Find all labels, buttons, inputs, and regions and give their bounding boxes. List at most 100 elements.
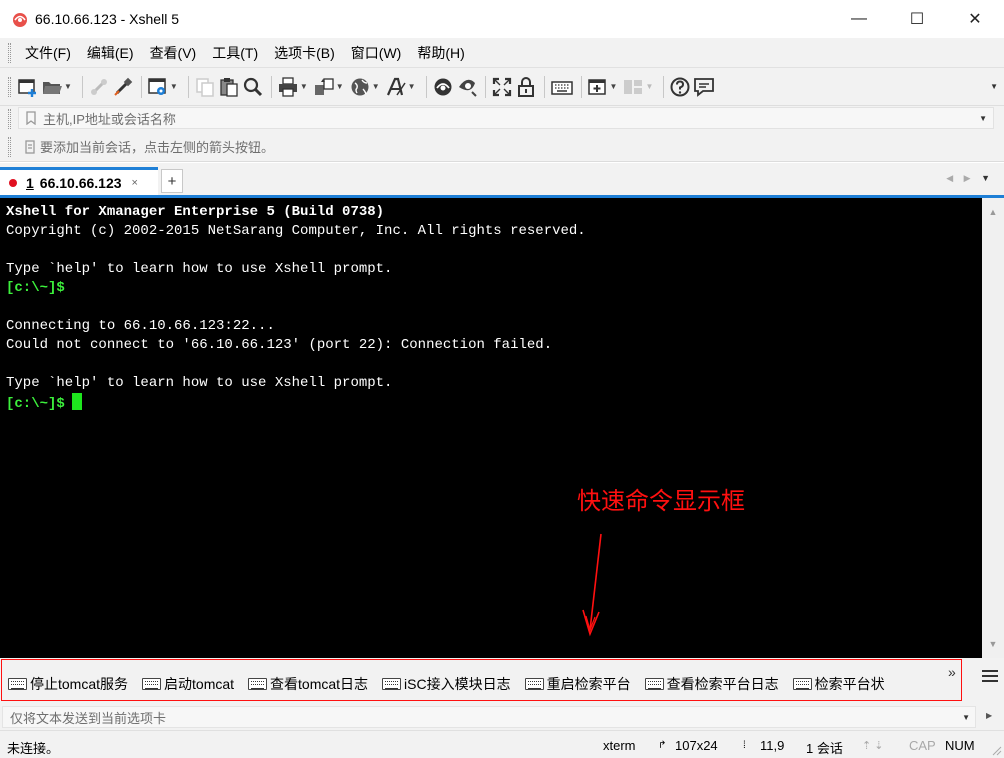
transfer-caret-icon[interactable]: ▼ <box>336 82 344 91</box>
menu-tab[interactable]: 选项卡(B) <box>266 38 343 68</box>
line-text: Type `help' to learn how to use Xshell p… <box>6 375 393 391</box>
resize-grip-icon[interactable] <box>992 746 1002 756</box>
annotation-arrow <box>582 533 602 637</box>
session-nav-arrows-icon[interactable]: ⇡ ⇣ <box>862 739 884 752</box>
toolbar-separator <box>425 75 427 98</box>
keyboard-icon <box>8 678 27 690</box>
open-folder-caret-icon[interactable]: ▼ <box>64 82 72 91</box>
font-caret-icon[interactable]: ▼ <box>408 82 416 91</box>
annotation-label: 快速命令显示框 <box>577 487 745 515</box>
globe-icon[interactable]: ▼ <box>349 73 383 101</box>
terminal-line: Type `help' to learn how to use Xshell p… <box>6 374 392 393</box>
scroll-down-icon[interactable]: ▼ <box>982 634 1004 654</box>
add-tab-button[interactable]: + <box>161 169 183 193</box>
menu-view[interactable]: 查看(V) <box>142 38 205 68</box>
layout-icon[interactable]: ▼ <box>622 73 656 101</box>
globe-caret-icon[interactable]: ▼ <box>372 82 380 91</box>
terminal-prompt-line: [c:\~]$ <box>6 393 82 412</box>
quick-command-bar: 停止tomcat服务 启动tomcat 查看tomcat日志 iSC接入模块日志 重启检… <box>0 658 1004 704</box>
status-bar: 未连接。 xterm ↱ 107x24 ⁞ 11,9 1 会话 ⇡ ⇣ CAP … <box>0 730 1004 758</box>
terminal-scrollbar[interactable]: ▲ ▼ <box>982 198 1004 658</box>
quick-command-button[interactable]: 重启检索平台 <box>524 674 631 694</box>
new-session-icon[interactable] <box>17 73 39 101</box>
toolbar-separator <box>580 75 582 98</box>
xmanager-icon[interactable] <box>456 73 478 101</box>
quick-command-button[interactable]: 查看检索平台日志 <box>644 674 779 694</box>
quick-command-label: 检索平台状 <box>814 676 885 692</box>
maximize-button[interactable]: ☐ <box>888 0 946 38</box>
paste-icon[interactable] <box>218 73 240 101</box>
chat-icon[interactable] <box>693 73 715 101</box>
num-lock-indicator: NUM <box>945 738 975 753</box>
addressbar-grip <box>8 109 11 129</box>
properties-caret-icon[interactable]: ▼ <box>170 82 178 91</box>
menu-window[interactable]: 窗口(W) <box>343 38 410 68</box>
tab-close-icon[interactable]: × <box>132 177 138 189</box>
layout-caret-icon[interactable]: ▼ <box>645 82 653 91</box>
new-tab-icon[interactable]: ▼ <box>587 73 621 101</box>
cursor-pos-icon: ⁞ <box>743 740 746 751</box>
compose-send-input[interactable]: 仅将文本发送到当前选项卡 ▼ <box>2 706 976 728</box>
quick-command-menu-icon[interactable] <box>982 670 998 684</box>
compose-dropdown-icon[interactable]: ▼ <box>962 713 970 722</box>
tab-session-66-10-66-123[interactable]: 1 66.10.66.123 × <box>0 167 158 196</box>
keyboard-icon[interactable] <box>550 73 574 101</box>
find-icon[interactable] <box>242 73 264 101</box>
menu-edit[interactable]: 编辑(E) <box>79 38 142 68</box>
quick-command-button[interactable]: 停止tomcat服务 <box>8 674 128 694</box>
help-icon[interactable] <box>669 73 691 101</box>
tab-scroll-controls[interactable]: ◀ ▶ ▼ <box>946 173 994 184</box>
quick-command-buttons: 停止tomcat服务 启动tomcat 查看tomcat日志 iSC接入模块日志 重启检… <box>8 674 948 694</box>
transfer-icon[interactable]: ▼ <box>313 73 347 101</box>
connection-status: 未连接。 <box>7 741 60 756</box>
xftp-icon[interactable] <box>432 73 454 101</box>
font-icon[interactable]: ▼ <box>385 73 419 101</box>
menu-help[interactable]: 帮助(H) <box>409 38 472 68</box>
close-button[interactable]: ✕ <box>946 0 1004 38</box>
bookmark-icon <box>23 110 39 126</box>
line-text: Type `help' to learn how to use Xshell p… <box>6 261 393 277</box>
reconnect-icon[interactable] <box>112 73 134 101</box>
hintbar-grip <box>8 137 11 157</box>
toolbar-overflow-icon[interactable]: ▼ <box>990 82 998 91</box>
quick-command-button[interactable]: 检索平台状 <box>792 674 885 694</box>
terminal-output[interactable]: Xshell for Xmanager Enterprise 5 (Build … <box>0 198 982 658</box>
address-bar: 主机,IP地址或会话名称 ▼ <box>0 106 1004 132</box>
compose-placeholder: 仅将文本发送到当前选项卡 <box>10 710 167 726</box>
scroll-up-icon[interactable]: ▲ <box>982 202 1004 222</box>
add-session-arrow-icon[interactable] <box>22 139 38 155</box>
keyboard-icon <box>382 678 402 690</box>
disconnect-icon[interactable] <box>88 73 110 101</box>
open-folder-icon[interactable]: ▼ <box>41 73 75 101</box>
quick-command-button[interactable]: 启动tomcat <box>142 674 234 694</box>
menu-tools[interactable]: 工具(T) <box>204 38 266 68</box>
terminal-prompt-line: [c:\~]$ <box>6 279 65 298</box>
toolbar-separator <box>543 75 545 98</box>
copy-icon[interactable] <box>194 73 216 101</box>
toolbar-separator <box>270 75 272 98</box>
line-text: Connecting to 66.10.66.123:22... <box>6 318 275 334</box>
print-caret-icon[interactable]: ▼ <box>300 82 308 91</box>
lock-icon[interactable] <box>515 73 537 101</box>
quick-command-label: 重启检索平台 <box>546 676 631 692</box>
fullscreen-icon[interactable] <box>491 73 513 101</box>
new-tab-caret-icon[interactable]: ▼ <box>610 82 618 91</box>
menu-file[interactable]: 文件(F) <box>17 38 79 68</box>
properties-icon[interactable]: ▼ <box>147 73 181 101</box>
quick-command-more-icon[interactable]: » <box>948 664 956 680</box>
host-address-input[interactable]: 主机,IP地址或会话名称 ▼ <box>18 107 994 129</box>
print-icon[interactable]: ▼ <box>277 73 311 101</box>
quick-command-label: 启动tomcat <box>164 676 235 692</box>
toolbar-separator <box>187 75 189 98</box>
toolbar: ▼ ▼ ▼ ▼ ▼ ▼ ▼ ▼ ▼ <box>0 68 1004 106</box>
cursor-position: 11,9 <box>760 738 785 753</box>
address-dropdown-icon[interactable]: ▼ <box>979 114 987 123</box>
keyboard-icon <box>142 678 162 690</box>
quick-command-button[interactable]: 查看tomcat日志 <box>248 674 368 694</box>
prompt-text: [c:\~]$ <box>6 396 65 412</box>
quick-command-button[interactable]: iSC接入模块日志 <box>382 674 511 694</box>
session-hint-text: 要添加当前会话，点击左侧的箭头按钮。 <box>40 140 275 155</box>
minimize-button[interactable]: — <box>830 0 888 38</box>
tab-label: 66.10.66.123 <box>39 175 122 191</box>
compose-side-arrow-icon[interactable]: ▶ <box>986 711 992 720</box>
